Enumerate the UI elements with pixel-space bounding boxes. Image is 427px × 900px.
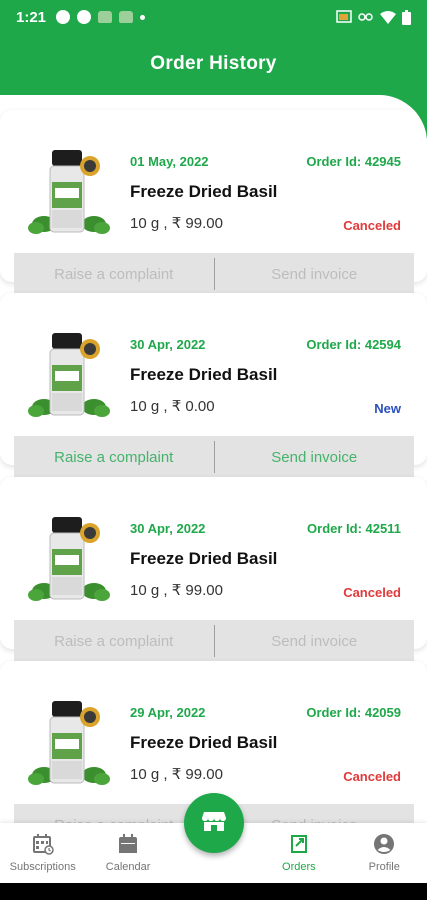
product-name: Freeze Dried Basil bbox=[130, 365, 278, 384]
order-actions: Raise a complaint Send invoice bbox=[14, 620, 414, 662]
system-navigation-bar bbox=[0, 883, 427, 900]
raise-complaint-button[interactable]: Raise a complaint bbox=[14, 253, 214, 295]
status-bar: 1:21 bbox=[0, 0, 427, 34]
nav-item-profile[interactable]: Profile bbox=[342, 823, 427, 883]
order-date: 30 Apr, 2022 bbox=[130, 337, 206, 352]
order-status: New bbox=[374, 401, 401, 416]
send-invoice-button[interactable]: Send invoice bbox=[215, 804, 415, 824]
order-id: Order Id: 42511 bbox=[307, 521, 401, 536]
nav-item-orders[interactable]: Orders bbox=[256, 823, 341, 883]
system-icons bbox=[336, 9, 411, 25]
order-date: 01 May, 2022 bbox=[130, 154, 209, 169]
order-card[interactable]: 30 Apr, 2022 Order Id: 42594 Freeze Drie… bbox=[0, 293, 427, 478]
product-price: 10 g , ₹ 0.00 bbox=[130, 398, 215, 415]
android-icon bbox=[98, 11, 113, 23]
order-list[interactable]: 01 May, 2022 Order Id: 42945 Freeze Drie… bbox=[0, 95, 427, 823]
nav-label-orders: Orders bbox=[282, 861, 316, 873]
chrome-icon bbox=[56, 10, 71, 24]
status-time: 1:21 bbox=[16, 8, 47, 26]
product-image bbox=[24, 150, 114, 240]
nav-item-subscriptions[interactable]: Subscriptions bbox=[0, 823, 85, 883]
orders-icon bbox=[288, 833, 310, 855]
play-icon bbox=[77, 10, 92, 24]
order-status: Canceled bbox=[343, 218, 401, 233]
order-status: Canceled bbox=[343, 769, 401, 784]
product-name: Freeze Dried Basil bbox=[130, 182, 278, 201]
product-price: 10 g , ₹ 99.00 bbox=[130, 215, 223, 232]
android-icon bbox=[119, 11, 134, 23]
store-icon bbox=[201, 809, 227, 838]
product-price: 10 g , ₹ 99.00 bbox=[130, 766, 223, 783]
product-image bbox=[24, 517, 114, 607]
nav-item-calendar[interactable]: Calendar bbox=[85, 823, 170, 883]
product-price: 10 g , ₹ 99.00 bbox=[130, 582, 223, 599]
order-date: 29 Apr, 2022 bbox=[130, 705, 206, 720]
cast-icon bbox=[336, 10, 352, 23]
send-invoice-button[interactable]: Send invoice bbox=[215, 436, 415, 478]
order-card[interactable]: 01 May, 2022 Order Id: 42945 Freeze Drie… bbox=[0, 110, 427, 295]
order-status: Canceled bbox=[343, 585, 401, 600]
nav-label-calendar: Calendar bbox=[105, 861, 151, 873]
send-invoice-button[interactable]: Send invoice bbox=[215, 253, 415, 295]
product-image bbox=[24, 701, 114, 791]
calendar-icon bbox=[117, 833, 139, 855]
vpn-key-icon bbox=[358, 13, 373, 21]
wifi-icon bbox=[380, 11, 396, 24]
product-name: Freeze Dried Basil bbox=[130, 549, 278, 568]
product-image bbox=[24, 333, 114, 423]
nav-label-profile: Profile bbox=[368, 861, 400, 873]
order-card[interactable]: 30 Apr, 2022 Order Id: 42511 Freeze Drie… bbox=[0, 477, 427, 662]
order-id: Order Id: 42945 bbox=[306, 154, 401, 169]
order-date: 30 Apr, 2022 bbox=[130, 521, 206, 536]
nav-label-subscriptions: Subscriptions bbox=[9, 861, 76, 873]
order-id: Order Id: 42594 bbox=[306, 337, 401, 352]
product-name: Freeze Dried Basil bbox=[130, 733, 278, 752]
send-invoice-button[interactable]: Send invoice bbox=[215, 620, 415, 662]
notification-icons bbox=[56, 10, 146, 24]
battery-icon bbox=[402, 9, 411, 25]
subscriptions-icon bbox=[32, 833, 54, 855]
order-actions: Raise a complaint Send invoice bbox=[14, 436, 414, 478]
dot-icon bbox=[140, 14, 146, 20]
raise-complaint-button[interactable]: Raise a complaint bbox=[14, 436, 214, 478]
raise-complaint-button[interactable]: Raise a complaint bbox=[14, 620, 214, 662]
profile-icon bbox=[373, 833, 395, 855]
store-fab-button[interactable] bbox=[184, 793, 244, 853]
order-actions: Raise a complaint Send invoice bbox=[14, 253, 414, 295]
page-title: Order History bbox=[150, 53, 277, 74]
order-id: Order Id: 42059 bbox=[306, 705, 401, 720]
